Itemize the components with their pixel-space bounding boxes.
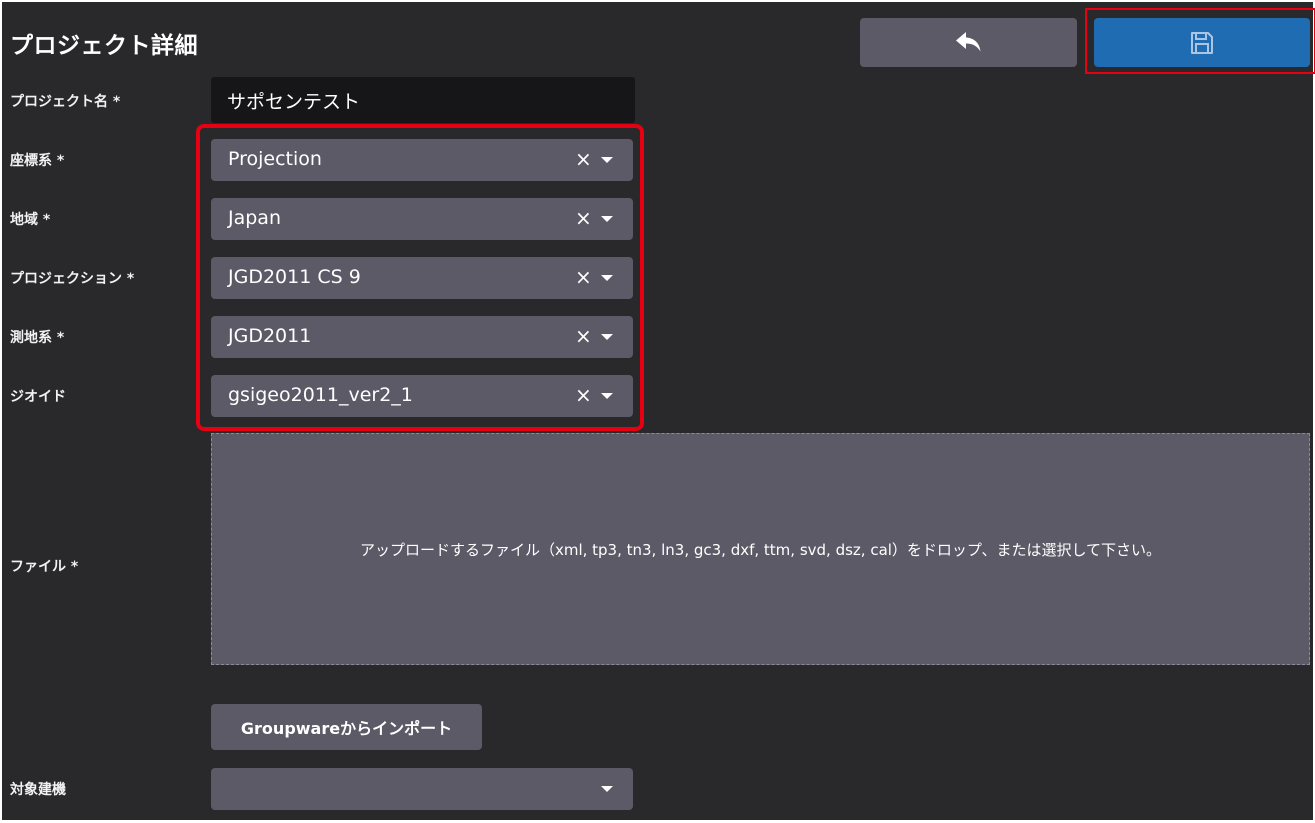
- datum-label: 測地系 *: [10, 330, 65, 346]
- geoid-label: ジオイド: [10, 389, 66, 405]
- target-machine-select[interactable]: [211, 768, 633, 810]
- groupware-import-button[interactable]: Groupwareからインポート: [211, 704, 482, 750]
- page-title: プロジェクト詳細: [10, 33, 198, 59]
- file-dropzone[interactable]: アップロードするファイル（xml, tp3, tn3, ln3, gc3, dx…: [211, 433, 1310, 665]
- project-detail-panel: プロジェクト詳細 プロジェクト名 * 座標系 * Projection × 地域…: [2, 2, 1315, 820]
- file-label: ファイル *: [10, 559, 79, 575]
- region-label: 地域 *: [10, 212, 51, 228]
- back-button[interactable]: [860, 18, 1077, 67]
- save-button[interactable]: [1094, 18, 1310, 67]
- project-name-label: プロジェクト名 *: [10, 94, 121, 110]
- reply-arrow-icon: [955, 31, 980, 51]
- chevron-down-icon[interactable]: [601, 786, 613, 792]
- target-machine-label: 対象建機: [10, 782, 66, 798]
- dropzone-text: アップロードするファイル（xml, tp3, tn3, ln3, gc3, dx…: [359, 540, 1162, 559]
- screenshot-frame: プロジェクト詳細 プロジェクト名 * 座標系 * Projection × 地域…: [0, 0, 1315, 823]
- geodetic-settings-highlight: [196, 124, 644, 431]
- coordinate-system-label: 座標系 *: [10, 153, 65, 169]
- projection-label: プロジェクション *: [10, 271, 135, 287]
- floppy-disk-icon: [1191, 31, 1213, 54]
- project-name-input[interactable]: [211, 77, 635, 123]
